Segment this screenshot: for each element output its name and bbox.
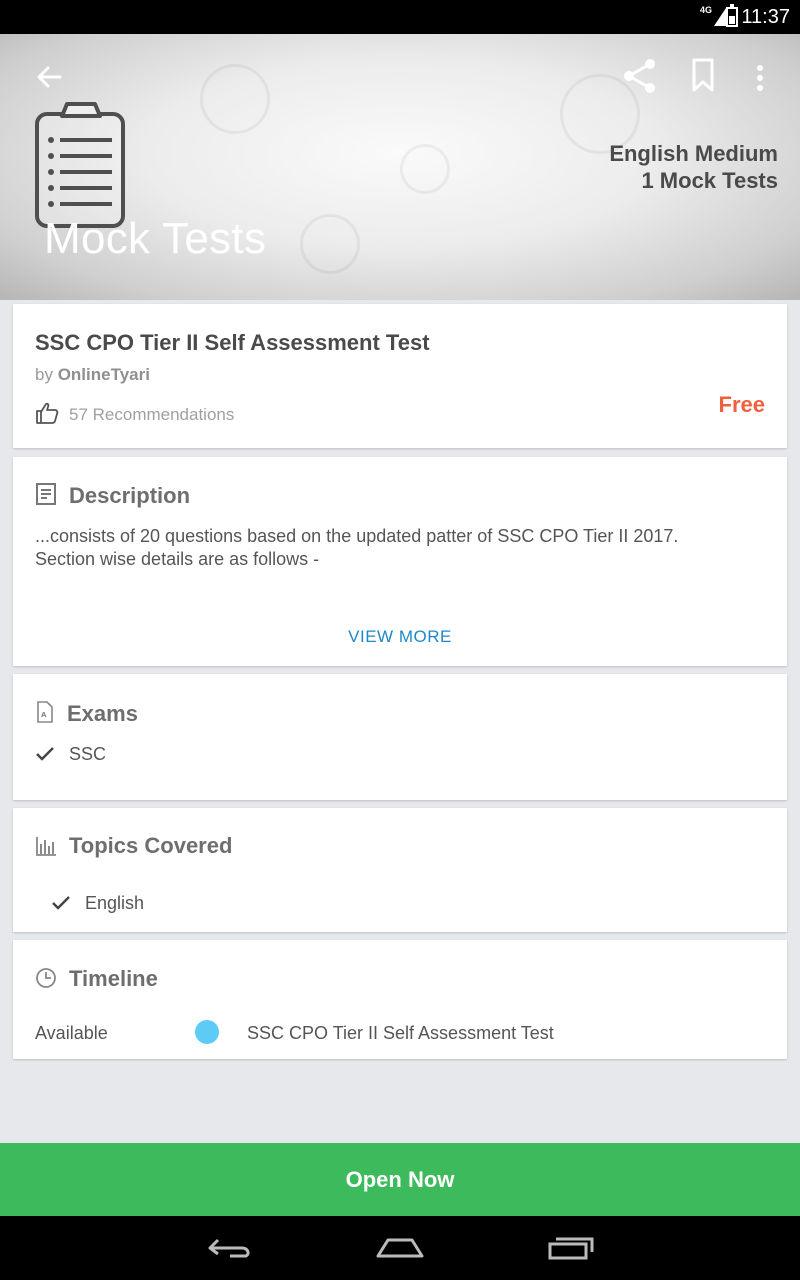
document-icon — [36, 483, 56, 505]
topics-card: Topics Covered English — [13, 808, 787, 932]
bookmark-icon[interactable] — [686, 56, 720, 96]
exams-heading: A Exams — [35, 700, 138, 727]
navigation-bar — [0, 1216, 800, 1280]
topics-heading-text: Topics Covered — [69, 833, 233, 858]
author-line: by OnlineTyari — [35, 365, 150, 385]
timeline-heading: Timeline — [35, 966, 158, 992]
open-now-button[interactable]: Open Now — [0, 1143, 800, 1216]
author-name: OnlineTyari — [57, 365, 150, 384]
timeline-item[interactable]: SSC CPO Tier II Self Assessment Test — [247, 1023, 554, 1044]
mock-count: 1 Mock Tests — [641, 168, 778, 193]
topic-name: English — [85, 893, 145, 913]
description-heading: Description — [35, 482, 190, 509]
battery-icon — [726, 4, 738, 27]
recommendations[interactable]: 57 Recommendations — [35, 402, 234, 425]
clock-icon — [36, 968, 56, 988]
exams-heading-text: Exams — [67, 701, 138, 726]
topics-heading: Topics Covered — [35, 833, 232, 859]
decorative-pattern — [300, 214, 360, 274]
share-icon[interactable] — [620, 56, 660, 96]
exam-item: SSC — [35, 744, 106, 765]
network-type: 4G — [699, 5, 712, 15]
timeline-status: Available — [35, 1023, 108, 1043]
timeline-heading-text: Timeline — [69, 966, 158, 991]
topic-item: English — [51, 893, 144, 914]
timeline-card: Timeline Available SSC CPO Tier II Self … — [13, 940, 787, 1059]
thumbs-up-icon — [36, 402, 59, 424]
description-heading-text: Description — [69, 483, 191, 508]
test-title: SSC CPO Tier II Self Assessment Test — [35, 330, 430, 355]
exams-card: A Exams SSC — [13, 674, 787, 800]
exam-document-icon: A — [37, 701, 53, 723]
price-badge: Free — [718, 392, 765, 417]
check-icon — [52, 896, 70, 910]
signal-icon — [714, 8, 726, 26]
more-vert-icon[interactable] — [748, 60, 772, 96]
medium-label: English Medium — [609, 141, 778, 166]
clipboard-icon — [35, 102, 125, 228]
bar-chart-icon — [36, 837, 56, 856]
page-title: Mock Tests — [44, 214, 267, 263]
description-card: Description ...consists of 20 questions … — [13, 457, 787, 666]
by-prefix: by — [35, 365, 53, 384]
decorative-pattern — [200, 64, 270, 134]
check-icon — [36, 747, 54, 761]
description-text: ...consists of 20 questions based on the… — [35, 526, 679, 569]
exam-name: SSC — [69, 744, 107, 764]
decorative-pattern — [400, 144, 450, 194]
nav-back-icon[interactable] — [206, 1232, 254, 1264]
status-bar: 4G 11:37 — [0, 0, 800, 34]
back-arrow-icon[interactable] — [32, 62, 68, 92]
nav-home-icon[interactable] — [374, 1232, 426, 1264]
header-meta: English Medium 1 Mock Tests — [609, 140, 778, 194]
svg-text:A: A — [41, 711, 47, 719]
view-more-link[interactable]: VIEW MORE — [13, 627, 787, 647]
clock: 11:37 — [741, 6, 790, 28]
test-info-card: SSC CPO Tier II Self Assessment Test by … — [13, 304, 787, 448]
timeline-dot — [195, 1020, 219, 1044]
recommendations-count: 57 Recommendations — [69, 405, 235, 424]
nav-recents-icon[interactable] — [546, 1232, 596, 1264]
header-banner: Mock Tests English Medium 1 Mock Tests — [0, 34, 800, 300]
